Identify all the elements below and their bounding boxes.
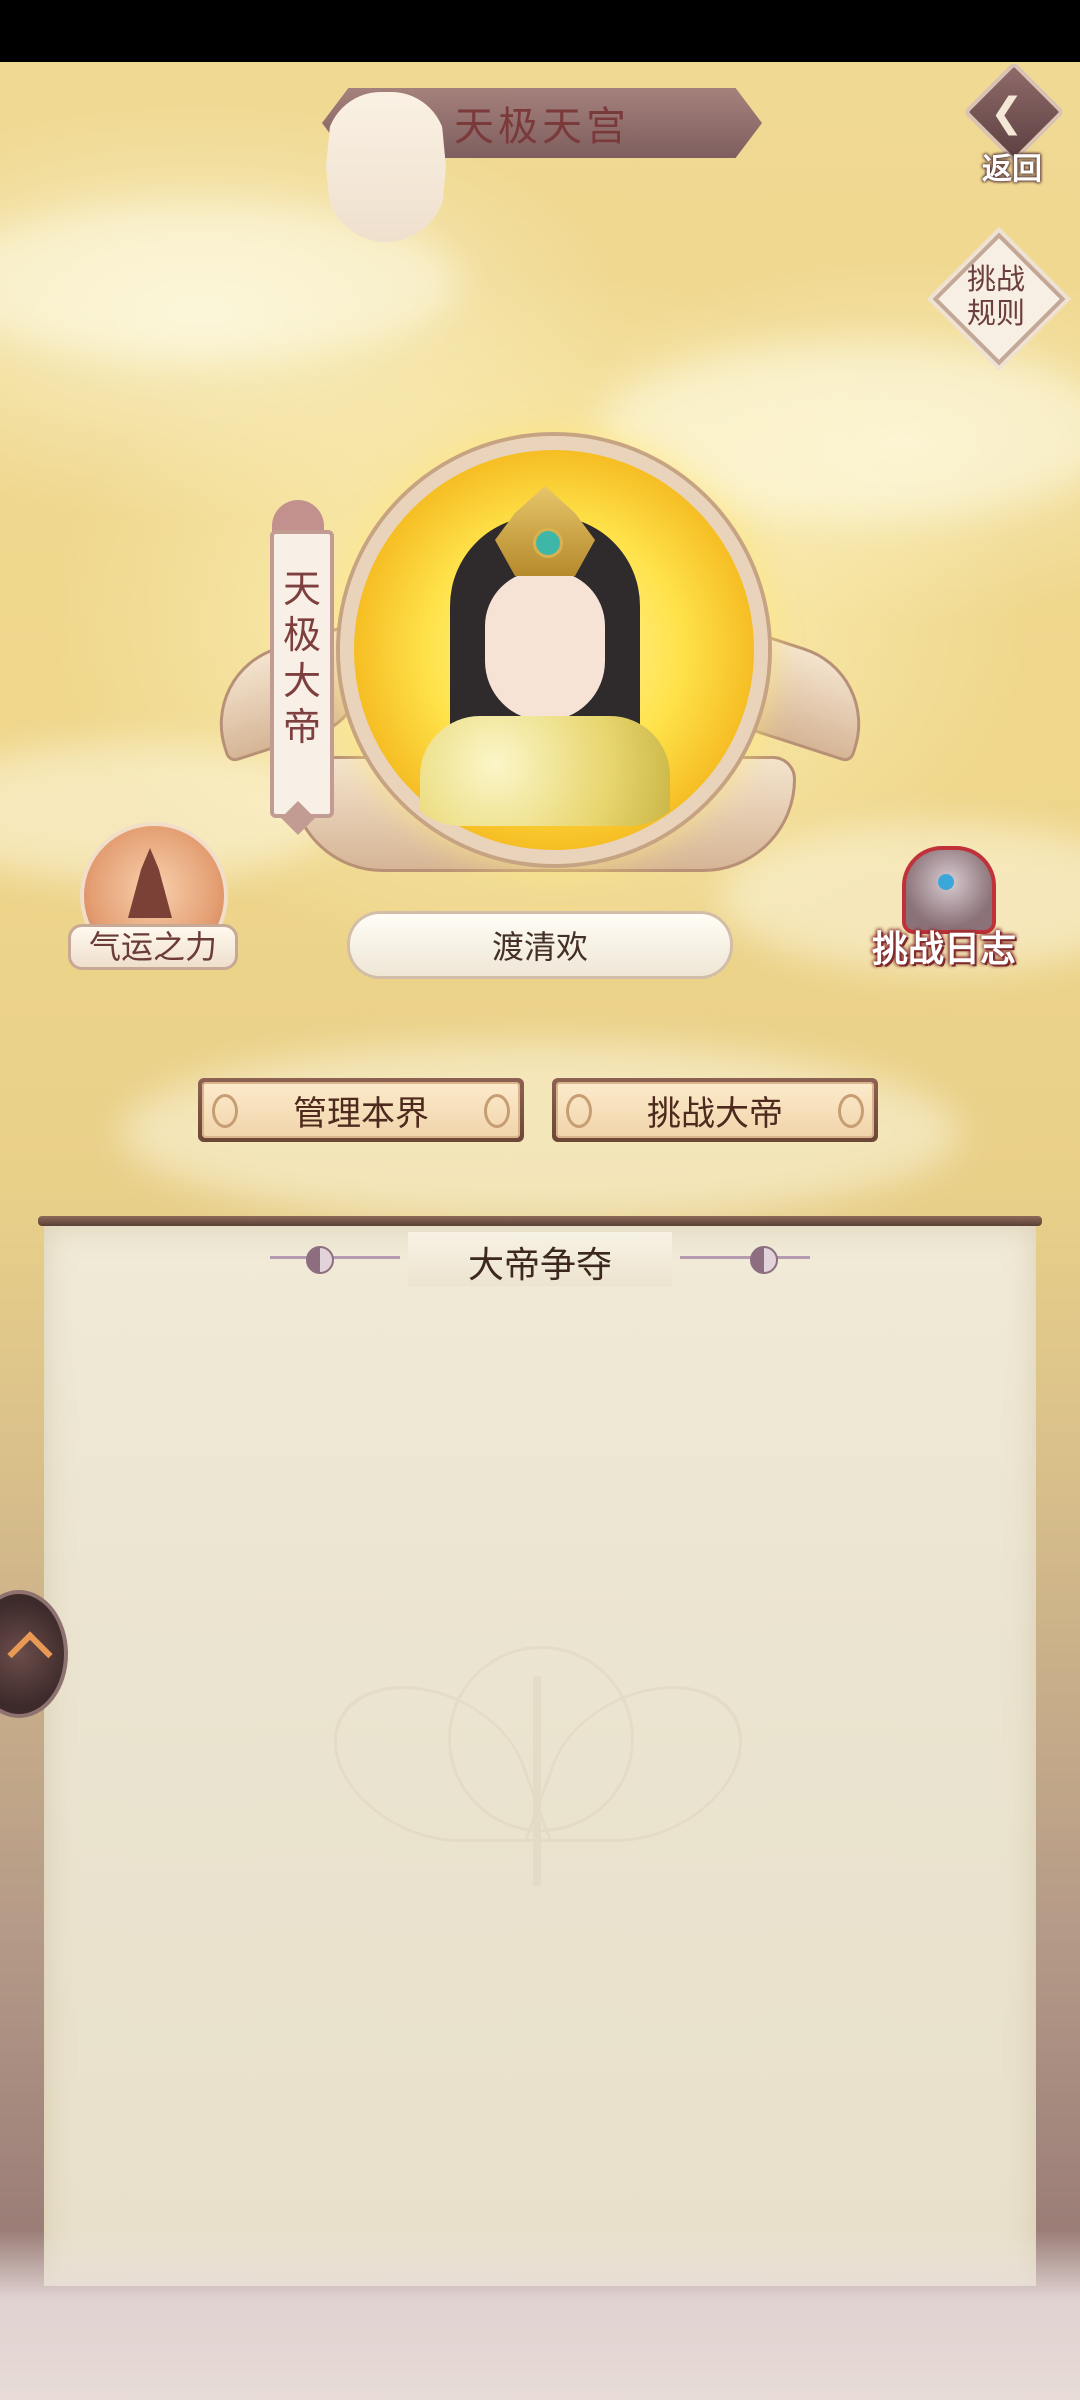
challenge-log-button[interactable]: 挑战日志: [868, 840, 1020, 970]
chevron-up-icon: [7, 1631, 53, 1677]
status-bar: [0, 0, 1080, 62]
fortune-power-button[interactable]: 气运之力: [68, 822, 238, 972]
challenge-emperor-label: 挑战大帝: [647, 1093, 783, 1134]
challenge-log-label: 挑战日志: [871, 929, 1016, 970]
page-title: 天极天宫: [454, 104, 630, 150]
challenge-rules-button[interactable]: 挑战 规则: [932, 232, 1066, 366]
rules-label: 挑战 规则: [966, 262, 1025, 330]
manage-realm-button[interactable]: 管理本界: [198, 1078, 524, 1142]
scroll-rod: [38, 1216, 1042, 1226]
player-name-plate: 渡清欢: [350, 914, 730, 976]
panel-title: 大帝争夺: [467, 1245, 612, 1286]
fortune-power-label: 气运之力: [68, 924, 238, 970]
emperor-contest-panel: 大帝争夺: [38, 1216, 1042, 2296]
jewel-icon: [938, 874, 954, 890]
player-name: 渡清欢: [491, 928, 588, 966]
watermark-stem: [533, 1676, 541, 1886]
phoenix-watermark-icon: [309, 1646, 767, 1906]
crown-gem-icon: [533, 528, 563, 558]
back-label: 返回: [982, 152, 1042, 187]
page-title-plaque: 天极天宫: [322, 88, 762, 242]
back-button[interactable]: ❮ 返回: [962, 61, 1065, 187]
emperor-portrait: [400, 466, 690, 826]
bottom-mist: [0, 2230, 1080, 2400]
portrait-face: [485, 571, 605, 721]
back-arrow-icon: ❮: [990, 90, 1024, 136]
manage-realm-label: 管理本界: [293, 1093, 429, 1134]
portrait-fur-collar: [420, 716, 670, 826]
emperor-rank-banner: 天极大帝: [266, 500, 334, 835]
emperor-rank-title: 天极大帝: [282, 567, 321, 749]
challenge-emperor-button[interactable]: 挑战大帝: [552, 1078, 878, 1142]
